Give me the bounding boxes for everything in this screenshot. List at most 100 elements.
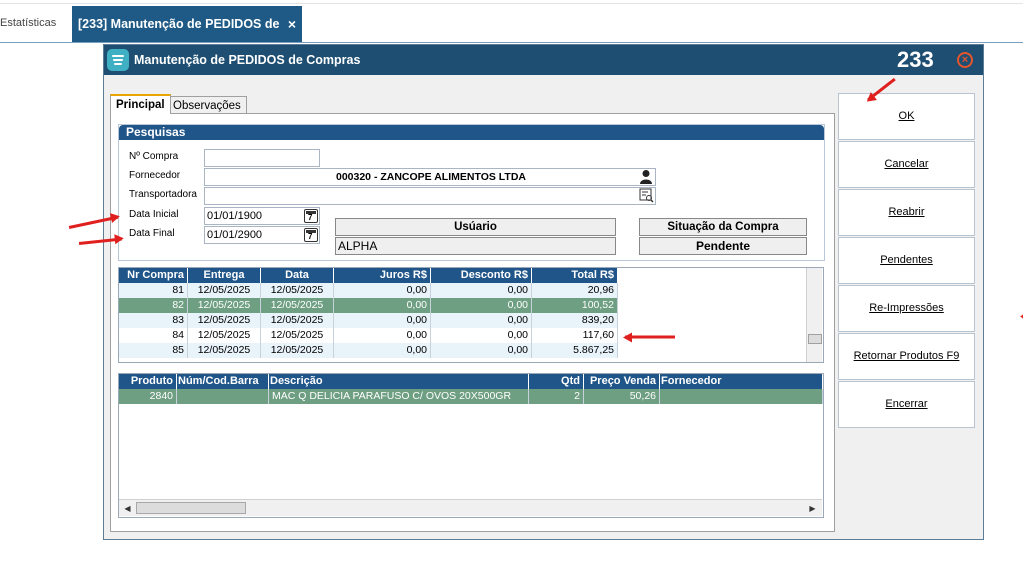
table-cell: MAC Q DELICIA PARAFUSO C/ OVOS 20X500GR [269, 389, 529, 404]
table-row[interactable]: 2840 MAC Q DELICIA PARAFUSO C/ OVOS 20X50… [119, 389, 823, 404]
table-cell: 100,52 [532, 298, 618, 313]
table-cell: 0,00 [334, 313, 431, 328]
tab-divider [0, 42, 1023, 43]
pesquisas-group: Pesquisas Nº Compra Fornecedor 000320 - … [118, 124, 825, 261]
table-cell: 12/05/2025 [261, 313, 334, 328]
table-cell: 0,00 [334, 283, 431, 298]
orders-col-desconto[interactable]: Desconto R$ [431, 268, 532, 283]
person-icon[interactable] [639, 169, 653, 185]
table-cell: 12/05/2025 [188, 283, 261, 298]
fornecedor-input[interactable]: 000320 - ZANCOPE ALIMENTOS LTDA [204, 168, 656, 186]
items-col-preco[interactable]: Preço Venda [584, 374, 660, 389]
reabrir-button[interactable]: Reabrir [838, 189, 975, 236]
usuario-value: ALPHA [335, 237, 616, 255]
table-row[interactable]: 81 12/05/2025 12/05/2025 0,00 0,00 20,96 [119, 283, 618, 298]
calendar-icon[interactable] [304, 209, 318, 223]
reimpressoes-button[interactable]: Re-Impressões [838, 285, 975, 332]
orders-col-juros[interactable]: Juros R$ [334, 268, 431, 283]
items-col-codbarra[interactable]: Núm/Cod.Barra [177, 374, 269, 389]
items-col-descricao[interactable]: Descrição [269, 374, 529, 389]
orders-col-entrega[interactable]: Entrega [188, 268, 261, 283]
table-row[interactable]: 82 12/05/2025 12/05/2025 0,00 0,00 100,52 [119, 298, 618, 313]
nr-compra-input[interactable] [204, 149, 320, 167]
table-cell: 82 [119, 298, 188, 313]
tab-pedidos-label: [233] Manutenção de PEDIDOS de [78, 17, 280, 31]
items-col-produto[interactable]: Produto [119, 374, 177, 389]
table-cell: 20,96 [532, 283, 618, 298]
transportadora-label: Transportadora [129, 189, 197, 200]
table-cell: 83 [119, 313, 188, 328]
calendar-icon[interactable] [304, 228, 318, 242]
orders-col-total[interactable]: Total R$ [532, 268, 618, 283]
data-final-label: Data Final [129, 228, 175, 239]
app-logo-icon [107, 49, 129, 71]
pesquisas-title: Pesquisas [119, 125, 824, 140]
table-cell: 0,00 [431, 343, 532, 358]
table-row[interactable]: 83 12/05/2025 12/05/2025 0,00 0,00 839,20 [119, 313, 618, 328]
table-cell: 12/05/2025 [188, 343, 261, 358]
table-cell: 0,00 [431, 298, 532, 313]
orders-col-data[interactable]: Data [261, 268, 334, 283]
data-final-input[interactable]: 01/01/2900 [204, 226, 320, 244]
orders-scroll-thumb[interactable] [808, 334, 822, 344]
scroll-right-icon[interactable]: ▶ [805, 501, 820, 516]
items-col-qtd[interactable]: Qtd [529, 374, 584, 389]
window-titlebar: Manutenção de PEDIDOS de Compras 233 × [104, 45, 983, 75]
table-row[interactable]: 84 12/05/2025 12/05/2025 0,00 0,00 117,60 [119, 328, 618, 343]
table-cell: 81 [119, 283, 188, 298]
orders-vertical-scrollbar[interactable] [806, 268, 822, 362]
annotation-arrow-data-final [78, 237, 122, 245]
data-inicial-input[interactable]: 01/01/1900 [204, 207, 320, 225]
table-cell: 85 [119, 343, 188, 358]
table-row[interactable]: 85 12/05/2025 12/05/2025 0,00 0,00 5.867,25 [119, 343, 618, 358]
table-cell: 0,00 [431, 328, 532, 343]
table-cell: 0,00 [334, 328, 431, 343]
close-tab-icon[interactable]: × [288, 6, 296, 42]
table-cell: 12/05/2025 [188, 328, 261, 343]
transportadora-input[interactable] [204, 187, 656, 205]
situacao-header: Situação da Compra [639, 218, 807, 236]
table-cell: 12/05/2025 [261, 283, 334, 298]
tab-estatisticas[interactable]: Estatísticas [0, 6, 72, 40]
table-cell: 84 [119, 328, 188, 343]
cancelar-button[interactable]: Cancelar [838, 141, 975, 188]
table-cell: 12/05/2025 [261, 298, 334, 313]
table-cell [177, 389, 269, 404]
table-cell: 12/05/2025 [261, 343, 334, 358]
orders-table: Nr Compra Entrega Data Juros R$ Desconto… [118, 267, 824, 363]
items-scroll-thumb[interactable] [136, 502, 246, 514]
items-horizontal-scrollbar[interactable]: ◀ ▶ [119, 499, 822, 516]
items-table: Produto Núm/Cod.Barra Descrição Qtd Preç… [118, 373, 824, 518]
pendentes-button[interactable]: Pendentes [838, 237, 975, 284]
situacao-value: Pendente [639, 237, 807, 255]
table-cell: 12/05/2025 [188, 313, 261, 328]
table-cell: 12/05/2025 [261, 328, 334, 343]
retornar-produtos-button[interactable]: Retornar Produtos F9 [838, 333, 975, 380]
window-title: Manutenção de PEDIDOS de Compras [134, 53, 361, 67]
fornecedor-label: Fornecedor [129, 170, 181, 181]
table-cell [660, 389, 823, 404]
table-cell: 117,60 [532, 328, 618, 343]
ok-button[interactable]: OK [838, 93, 975, 140]
close-window-icon[interactable]: × [957, 52, 973, 68]
encerrar-button[interactable]: Encerrar [838, 381, 975, 428]
tab-principal[interactable]: Principal [110, 94, 171, 114]
nr-compra-label: Nº Compra [129, 151, 179, 162]
table-cell: 2 [529, 389, 584, 404]
table-cell: 0,00 [334, 298, 431, 313]
usuario-header: Usúario [335, 218, 616, 236]
table-cell: 50,26 [584, 389, 660, 404]
table-cell: 0,00 [431, 283, 532, 298]
table-cell: 2840 [119, 389, 177, 404]
window-number: 233 [897, 47, 934, 72]
data-inicial-label: Data Inicial [129, 209, 179, 220]
pedidos-window: Manutenção de PEDIDOS de Compras 233 × P… [103, 44, 984, 540]
table-cell: 0,00 [334, 343, 431, 358]
scroll-left-icon[interactable]: ◀ [120, 501, 135, 516]
tab-estatisticas-label: Estatísticas [0, 17, 57, 29]
orders-col-nr-compra[interactable]: Nr Compra [119, 268, 188, 283]
table-cell: 12/05/2025 [188, 298, 261, 313]
items-col-fornecedor[interactable]: Fornecedor [660, 374, 823, 389]
tab-pedidos-compras[interactable]: [233] Manutenção de PEDIDOS de × [72, 6, 302, 42]
search-list-icon[interactable] [639, 188, 654, 203]
